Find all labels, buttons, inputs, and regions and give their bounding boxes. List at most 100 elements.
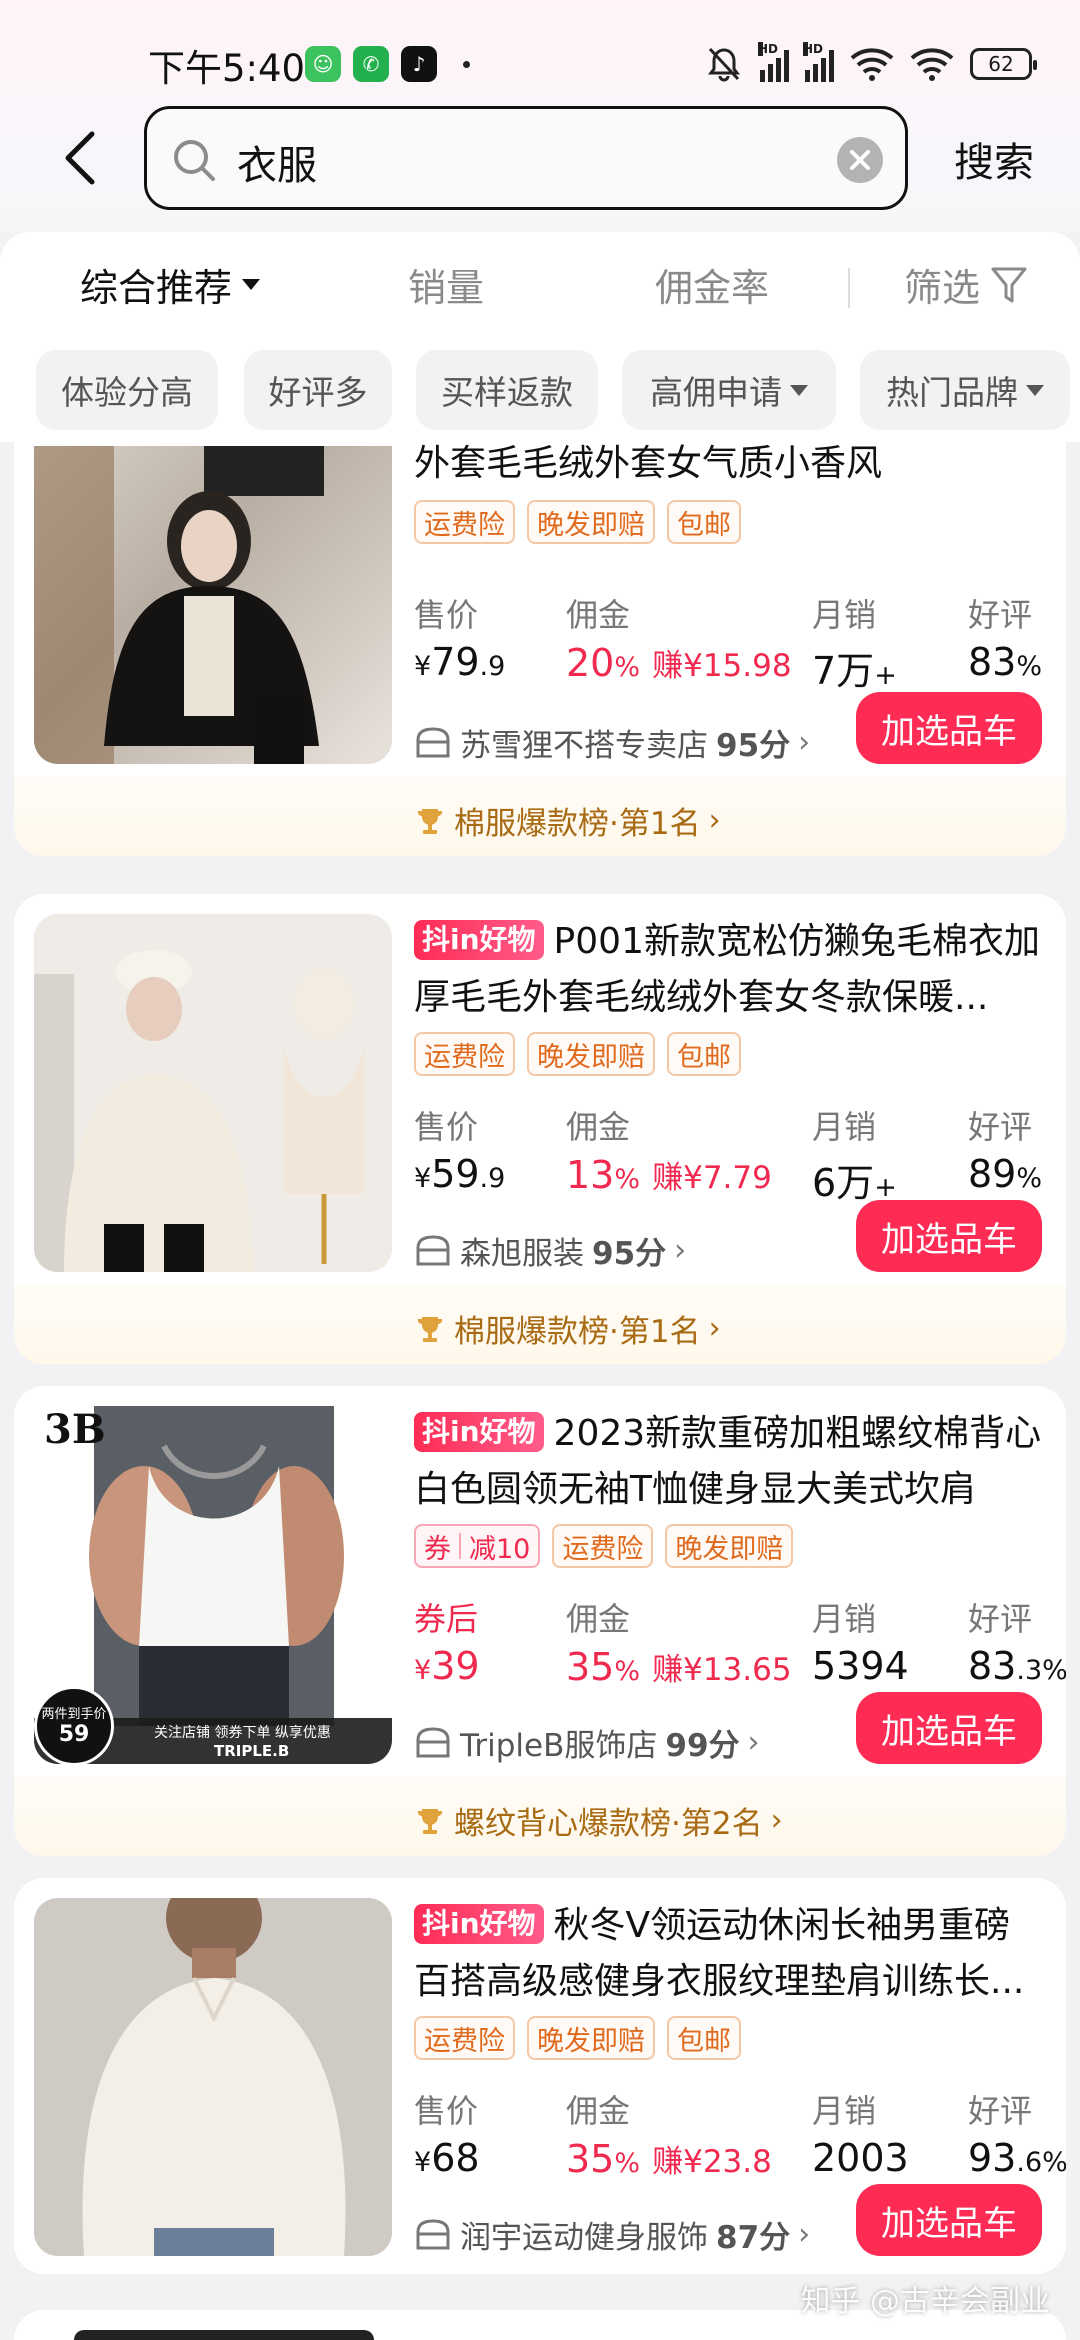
ranking-bar[interactable]: 棉服爆款榜·第1名 › [14, 776, 1066, 856]
rating-suffix: .6% [1016, 2147, 1066, 2178]
stat-rating-value: 83.3% [968, 1644, 1066, 1688]
search-input[interactable]: 衣服 [144, 106, 908, 210]
chip-hot-brands[interactable]: 热门品牌 [860, 350, 1070, 430]
stat-commission: 佣金 35% 赚¥13.65 [566, 1594, 792, 1689]
notification-icons: ☺ ✆ ♪ [305, 46, 470, 82]
tab-label: 销量 [408, 266, 485, 310]
rank-text: 螺纹背心爆款榜·第2名 [454, 1806, 763, 1842]
add-to-selection-button[interactable]: 加选品车 [856, 2184, 1042, 2256]
product-card[interactable]: 2023秋冬新款棉衣棉服短款环保毛毛外套毛毛绒外套女气质小香风 运费险 晚发即赔… [14, 442, 1066, 856]
tab-divider [848, 268, 850, 308]
commission-pct: 35 [566, 2137, 615, 2181]
rank-text: 棉服爆款榜·第1名 [454, 1314, 701, 1350]
android-app-icon: ☺ [305, 46, 341, 82]
add-to-selection-button[interactable]: 加选品车 [856, 692, 1042, 764]
ranking-bar[interactable]: 棉服爆款榜·第1名 › [14, 1284, 1066, 1364]
stat-commission-value: 20% 赚¥15.98 [566, 641, 792, 685]
phone-app-icon: ✆ [353, 46, 389, 82]
status-bar: 下午5:40 ☺ ✆ ♪ HD HD 62 [0, 30, 1080, 100]
chevron-right-icon: › [770, 1803, 783, 1838]
search-submit-button[interactable]: 搜索 [954, 130, 1034, 188]
rating-suffix: % [1016, 1163, 1043, 1194]
shop-link[interactable]: 苏雪狸不搭专卖店 95分 › [414, 720, 810, 765]
watermark-text: 知乎 @古辛会副业 [800, 2284, 1050, 2319]
tab-label: 综合推荐 [80, 266, 233, 310]
chip-label: 体验分高 [61, 373, 193, 412]
rating-value: 83 [968, 640, 1017, 684]
status-right-icons: HD HD 62 [704, 42, 1037, 84]
tab-sales[interactable]: 销量 [408, 257, 484, 312]
chip-high-commission[interactable]: 高佣申请 [622, 350, 836, 430]
stat-price: 售价 ¥68 [414, 2086, 480, 2180]
top-header: 下午5:40 ☺ ✆ ♪ HD HD 62 衣服 搜索 [0, 0, 1080, 232]
shop-link[interactable]: 森旭服装 95分 › [414, 1228, 686, 1273]
chip-good-reviews[interactable]: 好评多 [244, 350, 392, 430]
sales-value: 6万 [812, 1161, 875, 1205]
price-dec: .9 [479, 651, 506, 682]
ranking-link[interactable]: 螺纹背心爆款榜·第2名 › [414, 1798, 783, 1843]
stat-sales: 月销 6万+ [812, 1102, 897, 1207]
ranking-link[interactable]: 棉服爆款榜·第1名 › [414, 798, 721, 843]
hd-label: HD [803, 42, 824, 56]
stat-price-label: 售价 [414, 1108, 479, 1146]
product-tags: 运费险 晚发即赔 包邮 [414, 500, 741, 544]
product-image[interactable] [34, 446, 392, 764]
tab-filter[interactable]: 筛选 [904, 257, 1028, 312]
product-title[interactable]: 抖in好物 P001新款宽松仿獭兔毛棉衣加厚毛毛外套毛绒绒外套女冬款保暖... [414, 914, 1044, 1026]
price-int: 39 [431, 1644, 480, 1688]
tab-commission-rate[interactable]: 佣金率 [655, 257, 769, 312]
product-photo-longsleeve [34, 1898, 392, 2256]
product-image[interactable] [34, 914, 392, 1272]
stat-sales-value: 6万+ [812, 1152, 897, 1207]
caret-down-icon [1026, 384, 1044, 396]
stat-rating-value: 93.6% [968, 2136, 1066, 2180]
stat-commission-value: 35% 赚¥13.65 [566, 1645, 792, 1689]
chip-experience-score[interactable]: 体验分高 [36, 350, 218, 430]
add-to-selection-button[interactable]: 加选品车 [856, 1692, 1042, 1764]
promo-price-circle: 两件到手价 59 [34, 1686, 114, 1764]
shop-score: 95分 [592, 1236, 667, 1272]
product-image[interactable]: 3B 两件到手价 59 关注店铺 领券下单 纵享优惠 TRIPLE.B [34, 1406, 392, 1764]
product-title[interactable]: 2023秋冬新款棉衣棉服短款环保毛毛外套毛毛绒外套女气质小香风 [414, 442, 1044, 492]
chevron-right-icon: › [708, 1311, 721, 1346]
back-button[interactable] [50, 128, 110, 188]
tiktok-app-icon: ♪ [401, 46, 437, 82]
back-arrow-icon [65, 131, 95, 185]
product-title[interactable]: 抖in好物 2023新款重磅加粗螺纹棉背心白色圆领无袖T恤健身显大美式坎肩 [414, 1406, 1044, 1518]
ranking-bar[interactable]: 螺纹背心爆款榜·第2名 › [14, 1776, 1066, 1856]
product-list[interactable]: 2023秋冬新款棉衣棉服短款环保毛毛外套毛毛绒外套女气质小香风 运费险 晚发即赔… [0, 442, 1080, 2340]
tab-comprehensive[interactable]: 综合推荐 [80, 257, 261, 312]
product-stats: 售价 ¥59.9 佣金 13% 赚¥7.79 月销 6万+ 好评 89% [414, 1102, 1054, 1205]
chevron-right-icon: › [798, 725, 811, 760]
clear-search-button[interactable] [837, 137, 883, 183]
shop-score: 87分 [716, 2220, 791, 2256]
add-to-selection-button[interactable]: 加选品车 [856, 1200, 1042, 1272]
product-title[interactable]: 抖in好物 秋冬V领运动休闲长袖男重磅百搭高级感健身衣服纹理垫肩训练长... [414, 1898, 1044, 2010]
douin-good-badge: 抖in好物 [414, 1412, 544, 1452]
sales-value: 2003 [812, 2136, 909, 2180]
product-card[interactable]: 3B 两件到手价 59 关注店铺 领券下单 纵享优惠 TRIPLE.B 抖in好… [14, 1386, 1066, 1856]
ranking-link[interactable]: 棉服爆款榜·第1名 › [414, 1306, 721, 1351]
search-icon [174, 140, 215, 181]
shop-link[interactable]: TripleB服饰店 99分 › [414, 1720, 760, 1765]
stat-rating-value: 83% [968, 640, 1042, 684]
shop-link[interactable]: 润宇运动健身服饰 87分 › [414, 2212, 810, 2257]
product-card[interactable]: 抖in好物 秋冬V领运动休闲长袖男重磅百搭高级感健身衣服纹理垫肩训练长... 运费… [14, 1878, 1066, 2274]
signal-2-icon: HD [803, 42, 834, 82]
product-image[interactable] [34, 1898, 392, 2256]
tag-free-shipping: 包邮 [667, 1032, 741, 1076]
mute-bell-icon [708, 47, 740, 82]
chip-sample-refund[interactable]: 买样返款 [416, 350, 598, 430]
stat-commission-label: 佣金 [566, 2092, 631, 2130]
tag-shipping-insurance: 运费险 [414, 2016, 515, 2060]
stat-sales: 月销 7万+ [812, 590, 897, 695]
coupon-tag[interactable]: 券减10 [414, 1524, 541, 1568]
product-title-text: 2023秋冬新款棉衣棉服短款环保毛毛外套毛毛绒外套女气质小香风 [414, 443, 883, 484]
product-image[interactable] [74, 2330, 374, 2340]
coupon-value: 减10 [469, 1533, 531, 1565]
product-card[interactable]: 抖in好物 P001新款宽松仿獭兔毛棉衣加厚毛毛外套毛绒绒外套女冬款保暖... 运… [14, 894, 1066, 1364]
product-photo-coat [34, 446, 324, 764]
chevron-right-icon: › [747, 1725, 760, 1760]
stat-commission-label: 佣金 [566, 1600, 631, 1638]
shop-name: 苏雪狸不搭专卖店 [460, 728, 708, 764]
